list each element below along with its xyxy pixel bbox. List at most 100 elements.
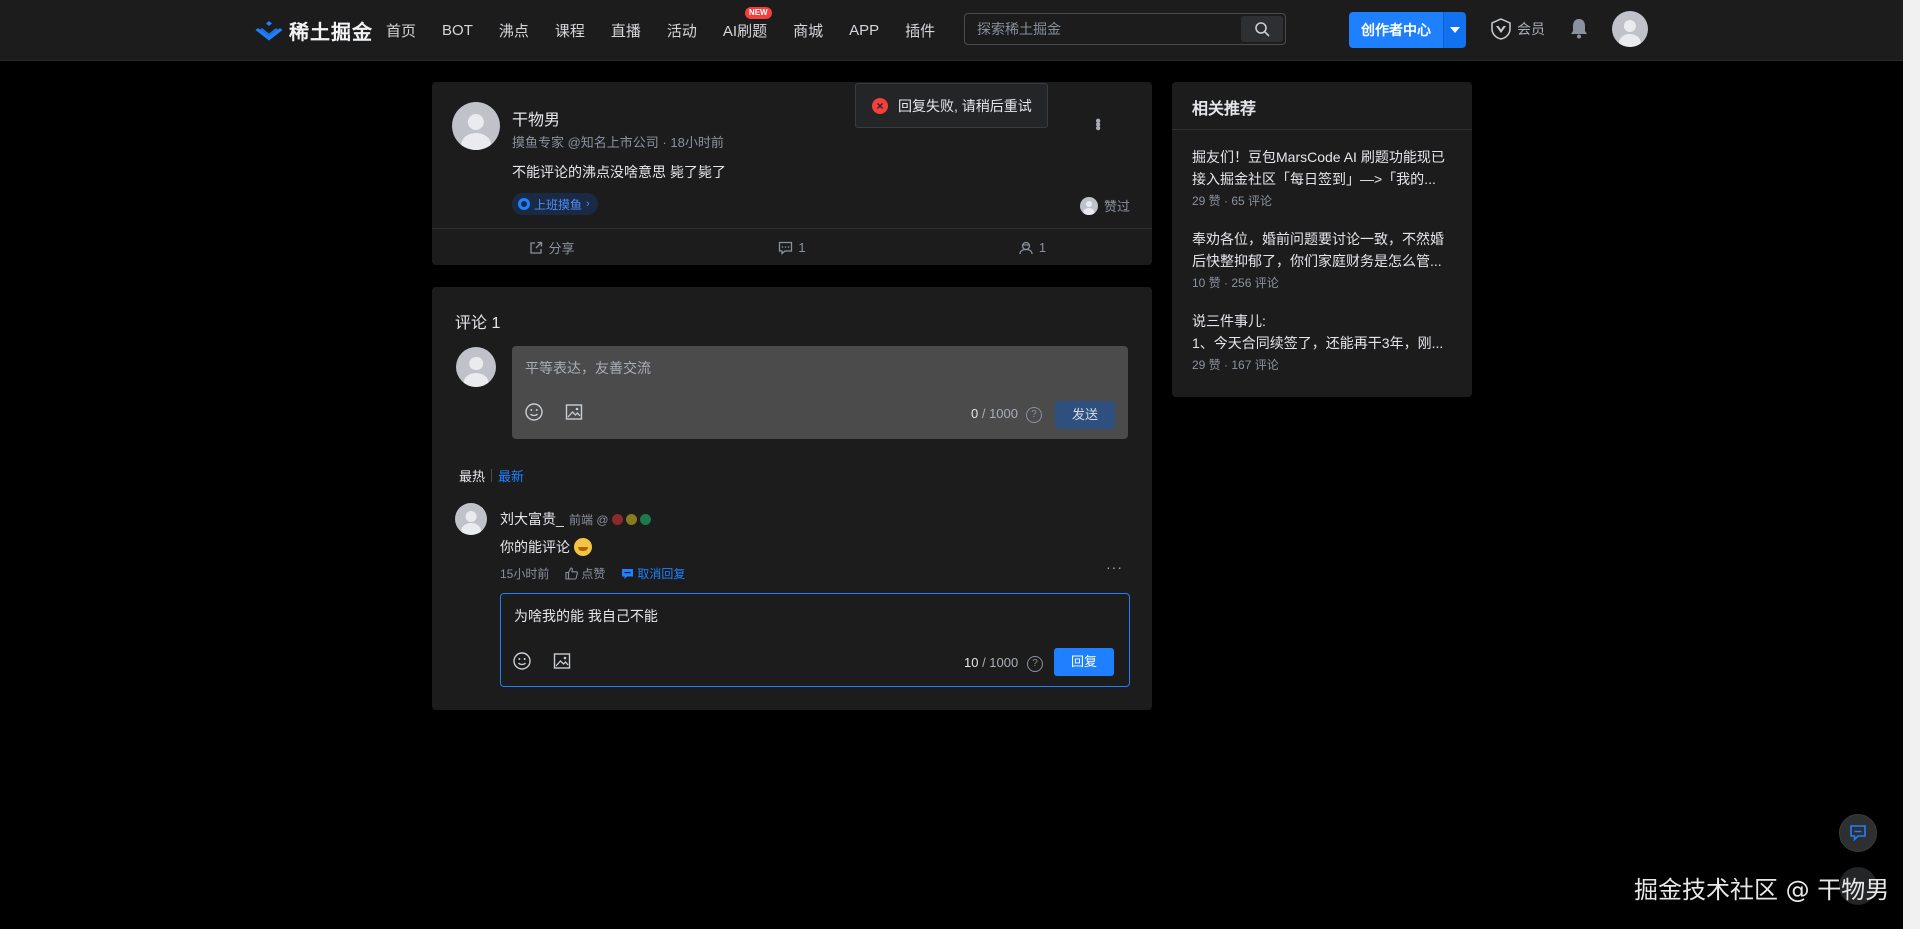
comment-button[interactable]: 1: [672, 229, 912, 266]
liked-label: 赞过: [1104, 199, 1131, 214]
watermark: 掘金技术社区 @ 干物男: [1634, 876, 1890, 904]
thumb-up-icon: [565, 567, 579, 580]
sort-new[interactable]: 最新: [498, 466, 524, 485]
comment-sort: 最热 最新: [459, 466, 524, 485]
like-icon: [1019, 241, 1033, 254]
sort-divider: [491, 469, 493, 482]
cancel-reply-label: 取消回复: [637, 567, 686, 581]
emoji-icon[interactable]: [524, 402, 544, 422]
user-avatar[interactable]: [1612, 11, 1648, 47]
badge-dot-yellow: [625, 514, 637, 525]
recommendation-item[interactable]: 说三件事儿: 1、今天合同续签了，还能再干3年，刚... 29 赞 · 167 …: [1192, 310, 1456, 373]
commenter-name[interactable]: 刘大富贵_: [500, 509, 564, 529]
reply-button[interactable]: 回复: [1054, 648, 1114, 676]
nav-plugins[interactable]: 插件: [905, 20, 935, 41]
recommendation-meta: 29 赞 · 167 评论: [1192, 358, 1279, 372]
recommendations-title: 相关推荐: [1172, 82, 1472, 130]
reply-editor: 10 / 1000 ? 回复: [500, 593, 1130, 687]
comment-editor: 0 / 1000 ? 发送: [512, 346, 1128, 439]
feedback-icon: [1850, 825, 1866, 842]
author-name[interactable]: 干物男: [512, 106, 560, 130]
grin-emoji-icon: [574, 538, 592, 556]
nav-home[interactable]: 首页: [386, 20, 416, 41]
nav-store[interactable]: 商城: [793, 20, 823, 41]
nav-pins[interactable]: 沸点: [499, 20, 529, 41]
comment-like-label: 点赞: [581, 567, 606, 581]
nav-live[interactable]: 直播: [611, 20, 641, 41]
comments-section: 评论 1 0 / 1000 ? 发送 最热 最新 刘大富贵_ 前端 @: [432, 287, 1152, 710]
commenter-avatar[interactable]: [455, 503, 487, 535]
vip-entry[interactable]: 会员: [1490, 18, 1545, 40]
recommendation-item[interactable]: 掘友们！豆包MarsCode AI 刷题功能现已 接入掘金社区「每日签到」—>「…: [1192, 146, 1456, 209]
creator-center-button[interactable]: 创作者中心: [1349, 12, 1443, 48]
nav-ai-practice[interactable]: AI刷题 NEW: [722, 6, 772, 41]
chevron-right-icon: ›: [586, 198, 590, 210]
sort-hot[interactable]: 最热: [459, 466, 485, 485]
cancel-reply-button[interactable]: 取消回复: [621, 565, 685, 582]
search-input[interactable]: [965, 14, 1235, 44]
comments-title: 评论 1: [455, 315, 501, 332]
author-avatar[interactable]: [452, 102, 500, 150]
reply-char-max: / 1000: [978, 655, 1019, 670]
author-meta: 摸鱼专家 @知名上市公司 · 18小时前: [512, 135, 724, 150]
comment-text: 你的能评论: [500, 537, 592, 557]
recommendation-meta: 29 赞 · 65 评论: [1192, 194, 1273, 208]
more-options-icon[interactable]: •••: [1089, 118, 1106, 129]
commenter-job-title: 前端 @: [569, 513, 609, 527]
top-navigation-bar: 稀土掘金 首页 BOT 沸点 课程 直播 活动 AI刷题 NEW 商城 APP …: [0, 0, 1903, 61]
bell-icon: [1571, 19, 1587, 39]
recommendation-title-line2: 接入掘金社区「每日签到」—>「我的...: [1192, 171, 1436, 187]
toast-message: 回复失败, 请稍后重试: [898, 97, 1032, 114]
comment-count: 1: [798, 240, 806, 255]
comment-text-body: 你的能评论: [500, 539, 570, 555]
nav-events[interactable]: 活动: [667, 20, 697, 41]
nav-app[interactable]: APP: [849, 22, 879, 39]
comment-like-button[interactable]: 点赞: [565, 565, 605, 582]
liker-avatar: [1080, 196, 1098, 215]
feedback-button[interactable]: [1839, 814, 1877, 852]
help-icon[interactable]: ?: [1026, 407, 1042, 423]
recommendation-title-line1: 奉劝各位，婚前问题要讨论一致，不然婚: [1192, 231, 1444, 247]
recommendation-title-line2: 1、今天合同续签了，还能再干3年，刚...: [1192, 335, 1444, 351]
image-icon[interactable]: [564, 402, 584, 422]
reply-emoji-icon[interactable]: [512, 651, 532, 671]
comment-input[interactable]: [512, 346, 1128, 390]
like-button[interactable]: 1: [912, 229, 1152, 266]
creator-dropdown-button[interactable]: [1443, 12, 1466, 48]
reply-icon: [622, 568, 634, 579]
reply-image-icon[interactable]: [552, 651, 572, 671]
comment-time: 15小时前: [500, 567, 550, 581]
related-recommendations: 相关推荐 掘友们！豆包MarsCode AI 刷题功能现已 接入掘金社区「每日签…: [1172, 82, 1472, 397]
reply-char-count: 10: [964, 655, 979, 670]
juejin-logo-icon: [255, 20, 283, 40]
site-logo[interactable]: 稀土掘金: [255, 16, 373, 45]
search-icon: [1255, 22, 1270, 37]
topic-tag[interactable]: 上班摸鱼 ›: [512, 193, 598, 215]
reply-input[interactable]: [501, 594, 1129, 638]
topic-icon: [518, 198, 530, 210]
nav-ai-practice-label: AI刷题: [722, 22, 768, 40]
page-scrollbar[interactable]: [1903, 0, 1920, 929]
liked-by: 赞过: [1080, 196, 1130, 215]
nav-bot[interactable]: BOT: [442, 22, 473, 39]
char-counter: 0 / 1000: [971, 406, 1018, 421]
reply-char-counter: 10 / 1000: [964, 655, 1018, 670]
notification-button[interactable]: [1569, 17, 1589, 42]
like-count: 1: [1038, 240, 1047, 255]
recommendation-title-line1: 说三件事儿:: [1192, 313, 1266, 329]
reply-help-icon[interactable]: ?: [1027, 656, 1043, 672]
share-button[interactable]: 分享: [432, 229, 672, 266]
caret-down-icon: [1450, 27, 1460, 33]
comment-more-icon[interactable]: ···: [1106, 559, 1123, 575]
vip-shield-icon: [1491, 18, 1511, 40]
send-button[interactable]: 发送: [1055, 401, 1115, 429]
badge-dot-green: [639, 514, 651, 525]
nav-course[interactable]: 课程: [555, 20, 585, 41]
site-name: 稀土掘金: [289, 22, 373, 44]
share-label: 分享: [548, 241, 575, 256]
recommendation-item[interactable]: 奉劝各位，婚前问题要讨论一致，不然婚 后快整抑郁了，你们家庭财务是怎么管... …: [1192, 228, 1456, 291]
search-button[interactable]: [1241, 16, 1283, 42]
error-toast: × 回复失败, 请稍后重试: [855, 83, 1048, 128]
badge-dot-red: [611, 514, 623, 525]
vip-label: 会员: [1517, 21, 1545, 37]
